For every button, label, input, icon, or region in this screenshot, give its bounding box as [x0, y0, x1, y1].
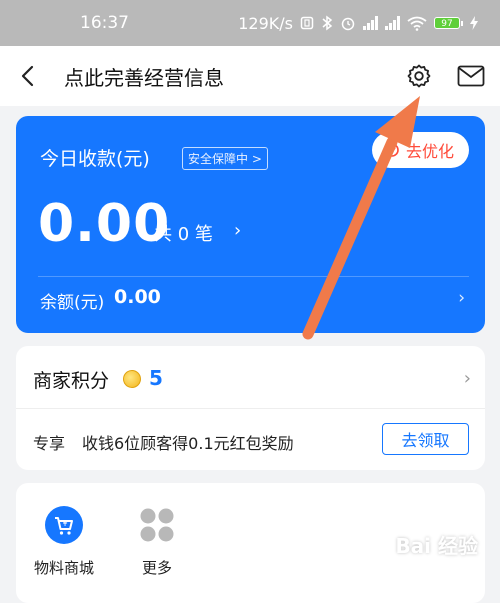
- back-button[interactable]: [14, 61, 40, 91]
- optimize-button[interactable]: 去优化: [371, 132, 469, 168]
- optimize-label: 去优化: [405, 142, 454, 161]
- status-icons: 129K/s 97: [238, 14, 478, 33]
- card-divider: [38, 276, 469, 277]
- mail-icon: [457, 65, 485, 87]
- points-chevron-icon[interactable]: ›: [464, 368, 471, 389]
- bluetooth-icon: [322, 15, 333, 31]
- nav-bar: 点此完善经营信息: [0, 46, 500, 106]
- wifi-icon: [407, 16, 427, 31]
- grid-label: 更多: [141, 559, 172, 577]
- grid-label: 物料商城: [33, 559, 94, 577]
- points-value: 5: [149, 366, 163, 390]
- grid-more-icon: [137, 505, 177, 545]
- svg-text:¥: ¥: [62, 519, 67, 528]
- optimize-icon: [385, 143, 399, 157]
- promo-text: 收钱6位顾客得0.1元红包奖励: [82, 434, 294, 453]
- balance-value: 0.00: [114, 286, 161, 308]
- grid-item-materials-mall[interactable]: ¥ 物料商城: [24, 505, 104, 578]
- battery-level: 97: [434, 17, 460, 29]
- watermark: Bai 经验: [395, 534, 478, 558]
- alarm-icon: [341, 17, 355, 31]
- signal-icon: [363, 16, 378, 30]
- divider: [16, 408, 485, 409]
- safety-tag[interactable]: 安全保障中 >: [182, 147, 268, 170]
- gear-icon: [407, 64, 431, 88]
- revenue-label: 今日收款(元): [40, 148, 150, 170]
- claim-button[interactable]: 去领取: [382, 423, 469, 455]
- nfc-icon: [300, 16, 314, 30]
- battery-icon: 97: [434, 17, 463, 29]
- nav-actions: [404, 61, 486, 91]
- revenue-card[interactable]: 今日收款(元) 安全保障中 > 去优化 0.00 共 0 笔 › 余额(元) 0…: [16, 116, 485, 333]
- signal-icon-2: [385, 16, 400, 30]
- balance-chevron-icon[interactable]: ›: [458, 288, 465, 308]
- shopping-cart-icon: ¥: [44, 505, 84, 545]
- coin-icon: [123, 370, 141, 388]
- transaction-count[interactable]: 共 0 笔: [154, 220, 213, 246]
- status-bar: 16:37 129K/s 97: [0, 0, 500, 46]
- promo-tag: 专享: [33, 434, 66, 453]
- settings-button[interactable]: [404, 61, 434, 91]
- points-label[interactable]: 商家积分: [33, 366, 109, 393]
- message-button[interactable]: [456, 61, 486, 91]
- grid-item-more[interactable]: 更多: [117, 505, 197, 578]
- status-time: 16:37: [80, 13, 129, 33]
- balance-label: 余额(元): [40, 293, 105, 313]
- chevron-right-icon[interactable]: ›: [234, 220, 241, 241]
- today-amount: 0.00: [38, 194, 171, 254]
- page-title[interactable]: 点此完善经营信息: [64, 62, 224, 91]
- points-card: 商家积分 5 › 专享 收钱6位顾客得0.1元红包奖励 去领取: [16, 346, 485, 470]
- network-speed: 129K/s: [238, 13, 293, 33]
- charging-icon: [470, 16, 478, 30]
- back-arrow-icon: [21, 65, 34, 87]
